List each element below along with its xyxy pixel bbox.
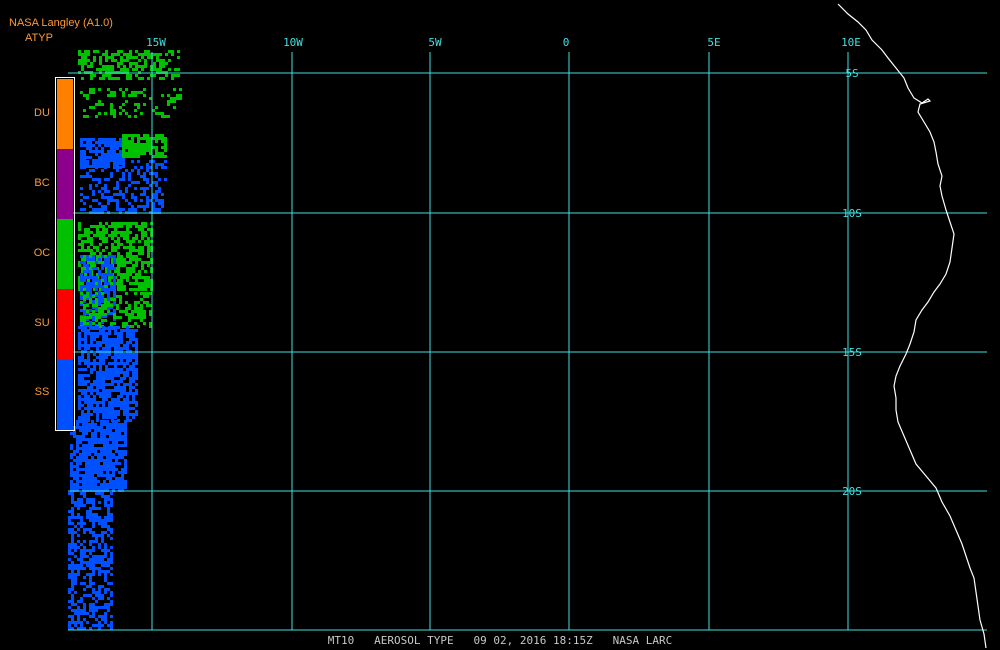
lat-label-5s: 5S: [845, 67, 858, 80]
footer-instrument: MT10: [327, 634, 355, 647]
footer-datetime: 09 02, 2016 18:15Z: [473, 634, 593, 647]
product-code-label: ATYP: [25, 32, 53, 44]
lon-label-10e: 10E: [841, 36, 861, 49]
lat-label-10s: 10S: [842, 207, 862, 220]
lat-label-15s: 15S: [842, 346, 862, 359]
legend-label-du: DU: [34, 107, 50, 119]
legend-label-oc: OC: [33, 247, 51, 259]
legend-label-ss: SS: [34, 386, 50, 398]
footer-agency: NASA LARC: [612, 634, 673, 647]
footer-product-name: AEROSOL TYPE: [374, 634, 454, 647]
lon-label-15w: 15W: [146, 36, 166, 49]
lat-label-20s: 20S: [842, 485, 862, 498]
lat-lon-grid: [68, 52, 987, 631]
legend-label-bc: BC: [34, 177, 50, 189]
aerosol-data-layer: [68, 50, 182, 630]
legend-label-su: SU: [34, 317, 50, 329]
legend-swatch-bc: [57, 149, 73, 219]
lon-label-5w: 5W: [428, 36, 442, 49]
aerosol-map: 15W 10W 5W 0 5E 10E 5S 10S 15S 20S: [68, 3, 987, 649]
source-label: NASA Langley (A1.0): [9, 17, 113, 29]
lon-label-10w: 10W: [283, 36, 303, 49]
lon-label-0: 0: [563, 36, 570, 49]
footer-caption: MT10 AEROSOL TYPE 09 02, 2016 18:15Z NAS…: [0, 634, 1000, 647]
legend-swatch-oc: [57, 219, 73, 289]
african-coastline: [837, 3, 987, 649]
lon-label-5e: 5E: [707, 36, 720, 49]
legend-colorbar: [55, 77, 75, 431]
legend-swatch-su: [57, 289, 73, 359]
legend-swatch-du: [57, 79, 73, 149]
legend-swatch-ss: [57, 359, 73, 430]
